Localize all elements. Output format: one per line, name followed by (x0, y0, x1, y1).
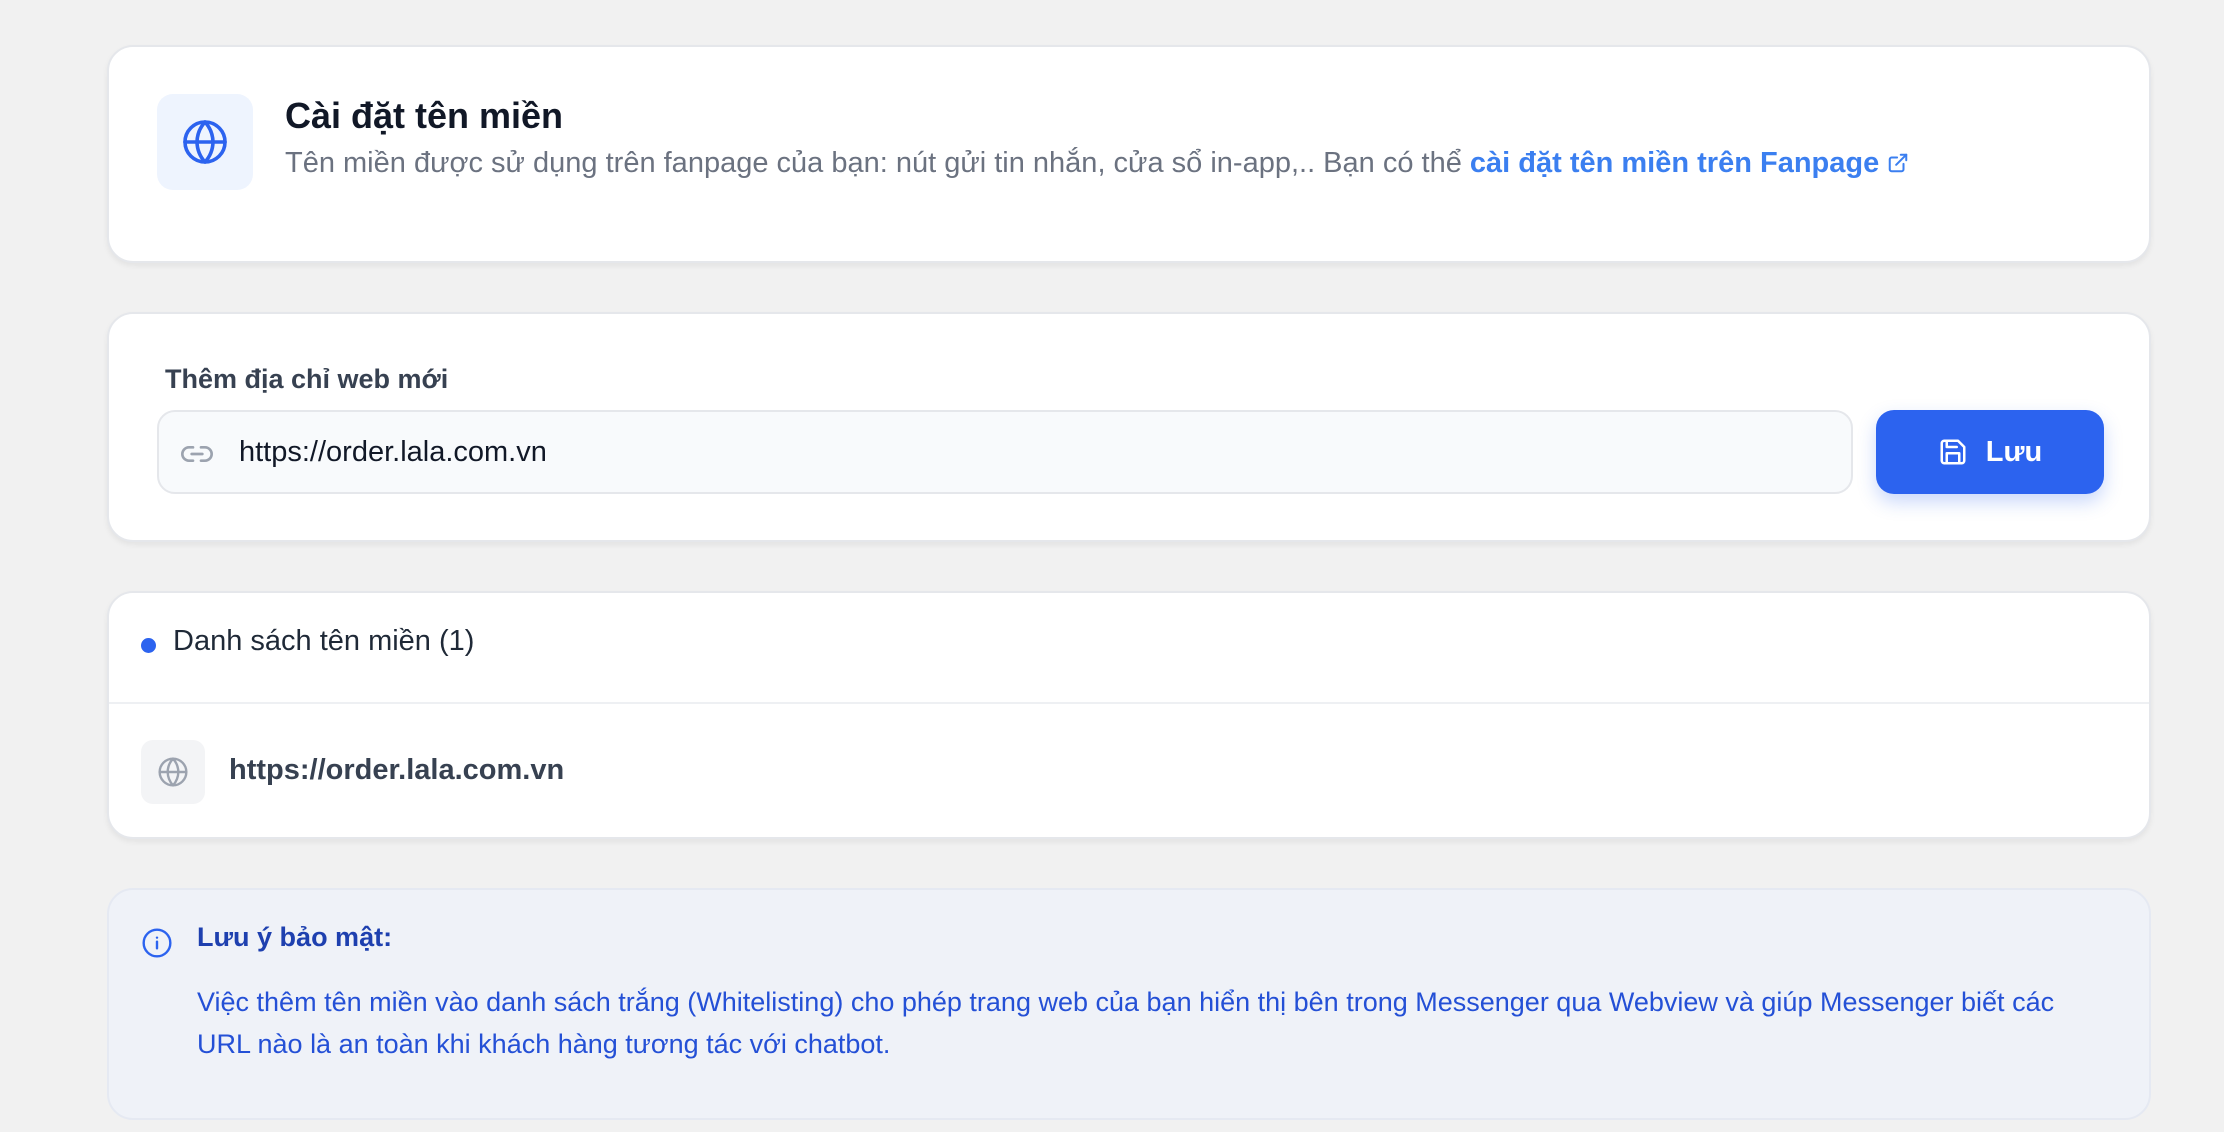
domain-item-icon-box (141, 740, 205, 804)
add-domain-label: Thêm địa chỉ web mới (165, 364, 449, 394)
link-icon (181, 446, 213, 462)
description-text: Tên miền được sử dụng trên fanpage của b… (285, 147, 1462, 179)
page-description: Tên miền được sử dụng trên fanpage của b… (285, 147, 1909, 180)
fanpage-link-label: cài đặt tên miền trên Fanpage (1469, 147, 1880, 179)
save-icon (1938, 437, 1968, 467)
security-note-title: Lưu ý bảo mật: (197, 922, 393, 952)
save-button-label: Lưu (1985, 435, 2043, 468)
list-item[interactable]: https://order.lala.com.vn (109, 704, 2149, 839)
external-link-icon (1888, 153, 1908, 173)
domain-list-title: Danh sách tên miền (1) (173, 625, 475, 657)
page-title: Cài đặt tên miền (285, 95, 564, 136)
domain-settings-header-card: Cài đặt tên miền Tên miền được sử dụng t… (107, 45, 2151, 263)
domain-input-wrapper[interactable] (157, 410, 1853, 494)
domain-list-header: Danh sách tên miền (1) (109, 593, 2149, 704)
header-icon-box (157, 94, 253, 190)
domain-url-input[interactable] (239, 412, 1819, 492)
fanpage-domain-settings-link[interactable]: cài đặt tên miền trên Fanpage (1470, 147, 1909, 179)
domain-list-card: Danh sách tên miền (1) https://order.lal… (107, 591, 2151, 839)
globe-icon (183, 120, 227, 164)
globe-icon (158, 757, 188, 787)
security-note-card: Lưu ý bảo mật: Việc thêm tên miền vào da… (107, 888, 2151, 1120)
info-icon (142, 928, 172, 958)
status-dot (141, 638, 156, 653)
save-button[interactable]: Lưu (1876, 410, 2104, 494)
add-domain-card: Thêm địa chỉ web mới Lưu (107, 312, 2151, 542)
domain-item-url: https://order.lala.com.vn (229, 754, 565, 786)
security-note-body: Việc thêm tên miền vào danh sách trắng (… (197, 987, 2055, 1059)
